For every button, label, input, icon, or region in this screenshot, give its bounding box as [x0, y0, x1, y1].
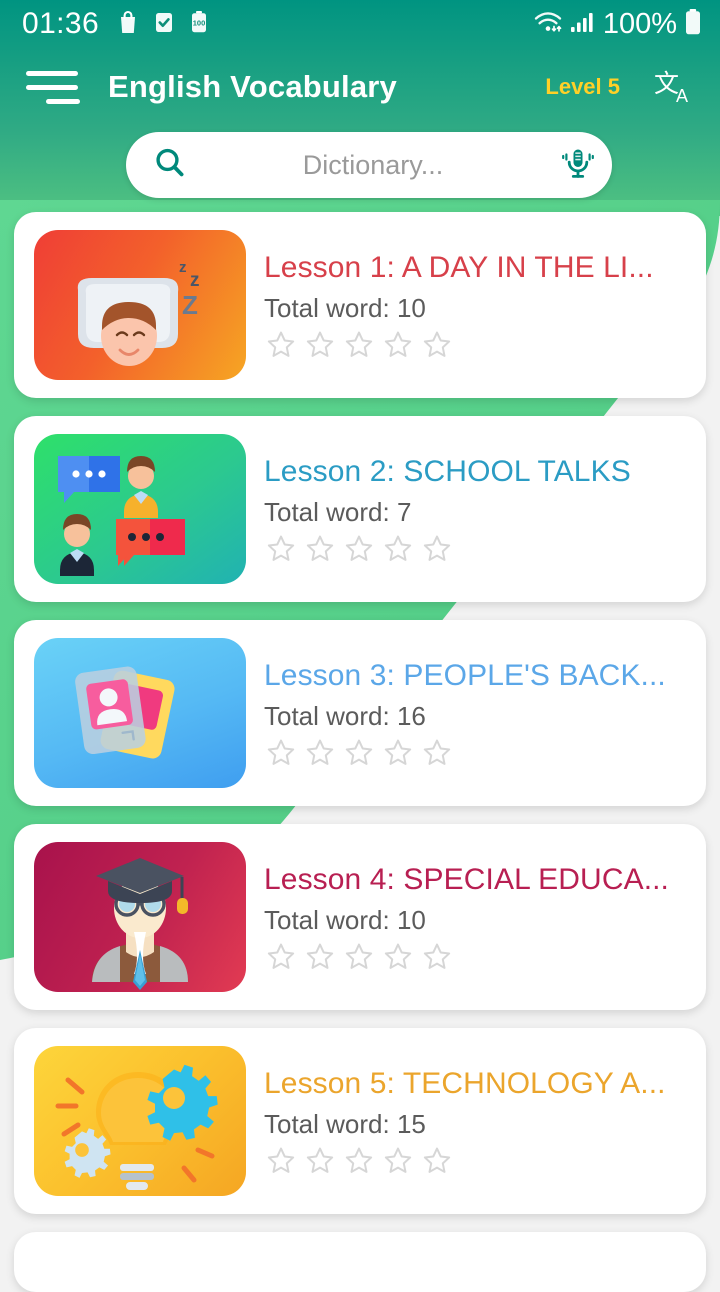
microphone-icon[interactable]: [558, 143, 598, 188]
lesson-info: Lesson 1: A DAY IN THE LI... Total word:…: [264, 248, 686, 363]
wifi-icon: [533, 9, 563, 40]
star-icon[interactable]: [420, 1144, 454, 1178]
status-right-icons: 100%: [533, 8, 702, 41]
rating-stars[interactable]: [264, 328, 686, 362]
svg-text:100: 100: [193, 18, 206, 27]
star-icon[interactable]: [303, 328, 337, 362]
lesson-title: Lesson 2: SCHOOL TALKS: [264, 454, 631, 488]
star-icon[interactable]: [381, 736, 415, 770]
list-item[interactable]: Lesson 4: SPECIAL EDUCA... Total word: 1…: [14, 824, 706, 1010]
shopping-bag-icon: [117, 9, 139, 40]
star-icon[interactable]: [342, 940, 376, 974]
professor-icon: [92, 858, 188, 990]
star-icon[interactable]: [420, 940, 454, 974]
star-icon[interactable]: [381, 328, 415, 362]
battery-icon: [684, 8, 702, 41]
star-icon[interactable]: [420, 532, 454, 566]
svg-text:z: z: [179, 259, 187, 276]
app-bar: English Vocabulary Level 5 文 A: [0, 48, 720, 126]
list-item[interactable]: Lesson 5: TECHNOLOGY A... Total word: 15: [14, 1028, 706, 1214]
lesson-total-word: Total word: 16: [264, 701, 426, 732]
translate-icon[interactable]: 文 A: [646, 60, 700, 114]
star-icon[interactable]: [264, 1144, 298, 1178]
lesson-thumbnail: [34, 842, 246, 992]
lesson-info: Lesson 4: SPECIAL EDUCA... Total word: 1…: [264, 860, 686, 975]
rating-stars[interactable]: [264, 736, 686, 770]
lesson-total-word: Total word: 10: [264, 293, 426, 324]
star-icon[interactable]: [303, 736, 337, 770]
star-icon[interactable]: [420, 328, 454, 362]
star-icon[interactable]: [264, 736, 298, 770]
hamburger-line: [26, 70, 78, 76]
lesson-info: Lesson 3: PEOPLE'S BACK... Total word: 1…: [264, 656, 686, 771]
status-left-icons: 100: [117, 9, 209, 40]
list-item[interactable]: [14, 1232, 706, 1292]
star-icon[interactable]: [264, 532, 298, 566]
people-chat-icon: [58, 456, 185, 576]
lesson-info: Lesson 2: SCHOOL TALKS Total word: 7: [264, 452, 686, 567]
star-icon[interactable]: [264, 940, 298, 974]
checkbox-checked-icon: [153, 9, 175, 40]
lesson-thumbnail: [34, 1046, 246, 1196]
star-icon[interactable]: [381, 940, 415, 974]
rating-stars[interactable]: [264, 940, 686, 974]
search-icon[interactable]: [152, 145, 188, 186]
status-time: 01:36: [22, 7, 100, 40]
hamburger-menu-icon[interactable]: [26, 67, 80, 107]
svg-text:A: A: [676, 86, 688, 106]
star-icon[interactable]: [420, 736, 454, 770]
lesson-total-word: Total word: 15: [264, 1109, 426, 1140]
page-title: English Vocabulary: [108, 69, 397, 104]
battery-saver-icon: 100: [189, 9, 209, 40]
list-item[interactable]: Lesson 2: SCHOOL TALKS Total word: 7: [14, 416, 706, 602]
star-icon[interactable]: [342, 1144, 376, 1178]
lesson-total-word: Total word: 7: [264, 497, 412, 528]
cellular-signal-icon: [570, 10, 596, 39]
star-icon[interactable]: [303, 532, 337, 566]
lesson-thumbnail: [34, 434, 246, 584]
lesson-info: Lesson 5: TECHNOLOGY A... Total word: 15: [264, 1064, 686, 1179]
svg-text:Z: Z: [182, 290, 198, 320]
status-bar: 01:36 100 100%: [0, 0, 720, 48]
lesson-list: z z Z Lesson 1: A DAY IN THE LI... Total…: [0, 198, 720, 1292]
lightbulb-gears-icon: [55, 1064, 218, 1190]
star-icon[interactable]: [381, 532, 415, 566]
star-icon[interactable]: [342, 736, 376, 770]
search-container: [0, 126, 720, 198]
sleeping-person-icon: z z Z: [77, 259, 200, 366]
lesson-title: Lesson 4: SPECIAL EDUCA...: [264, 862, 669, 896]
battery-percent-label: 100%: [602, 7, 677, 40]
rating-stars[interactable]: [264, 532, 686, 566]
lesson-thumbnail: [34, 638, 246, 788]
hamburger-line: [46, 98, 80, 104]
star-icon[interactable]: [342, 532, 376, 566]
lesson-thumbnail: z z Z: [34, 230, 246, 380]
search-bar[interactable]: [126, 132, 612, 198]
star-icon[interactable]: [303, 940, 337, 974]
star-icon[interactable]: [264, 328, 298, 362]
id-cards-icon: [75, 666, 175, 759]
list-item[interactable]: z z Z Lesson 1: A DAY IN THE LI... Total…: [14, 212, 706, 398]
rating-stars[interactable]: [264, 1144, 686, 1178]
lesson-total-word: Total word: 10: [264, 905, 426, 936]
star-icon[interactable]: [381, 1144, 415, 1178]
star-icon[interactable]: [303, 1144, 337, 1178]
level-badge[interactable]: Level 5: [545, 74, 620, 100]
hamburger-line: [26, 84, 78, 90]
lesson-title: Lesson 3: PEOPLE'S BACK...: [264, 658, 666, 692]
lesson-title: Lesson 5: TECHNOLOGY A...: [264, 1066, 666, 1100]
star-icon[interactable]: [342, 328, 376, 362]
svg-text:z: z: [190, 270, 200, 291]
list-item[interactable]: Lesson 3: PEOPLE'S BACK... Total word: 1…: [14, 620, 706, 806]
lesson-title: Lesson 1: A DAY IN THE LI...: [264, 250, 654, 284]
search-input[interactable]: [188, 149, 558, 181]
